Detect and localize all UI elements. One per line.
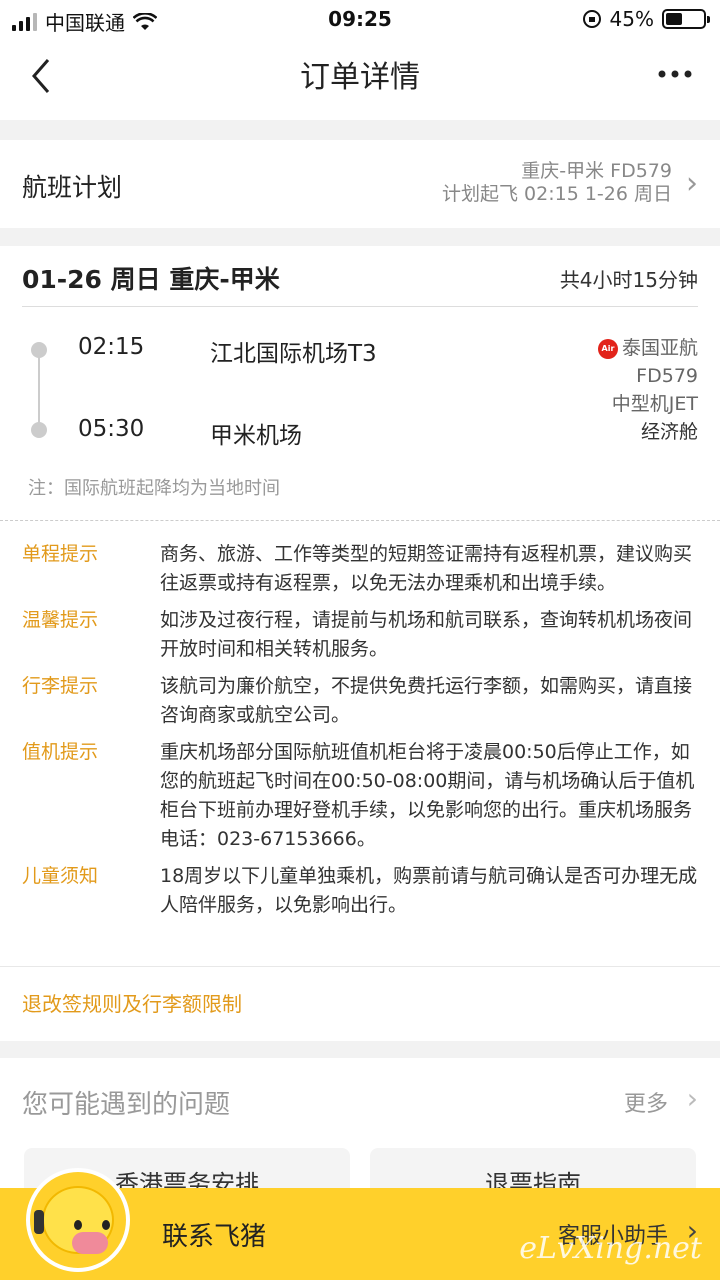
tip-text: 商务、旅游、工作等类型的短期签证需持有返程机票，建议购买往返票或持有返程票，以免…	[160, 543, 693, 594]
faq-more-link[interactable]: 更多	[624, 1086, 668, 1118]
airasia-logo-icon: Air	[597, 338, 618, 359]
tip-text: 如涉及过夜行程，请提前与机场和航司联系，查询转机机场夜间开放时间和相关转机服务。	[160, 609, 693, 660]
tip-key: 单程提示	[22, 543, 99, 565]
dashed-divider	[0, 520, 720, 521]
more-button[interactable]	[658, 56, 692, 100]
depart-dot	[31, 342, 47, 358]
more-icon	[658, 70, 692, 78]
tip-item: 温馨提示 如涉及过夜行程，请提前与机场和航司联系，查询转机机场夜间开放时间和相关转…	[0, 606, 720, 664]
flight-duration: 共4小时15分钟	[559, 268, 698, 292]
flight-plan-row[interactable]: 航班计划 重庆-甲米 FD579 计划起飞 02:15 1-26 周日 ›	[0, 140, 720, 228]
divider	[22, 306, 698, 307]
flight-number: FD579	[636, 365, 698, 387]
tip-key: 行李提示	[22, 675, 99, 697]
mascot-face	[42, 1186, 114, 1254]
mascot-eye	[74, 1220, 82, 1230]
page-title: 订单详情	[300, 60, 420, 95]
flight-plan-label: 航班计划	[22, 173, 123, 202]
fliggy-mascot-icon[interactable]	[26, 1168, 130, 1272]
mascot-eye	[102, 1220, 110, 1230]
flight-plan-schedule: 计划起飞 02:15 1-26 周日	[442, 183, 672, 205]
tip-item: 单程提示 商务、旅游、工作等类型的短期签证需持有返程机票，建议购买往返票或持有返程…	[0, 540, 720, 598]
tip-text: 该航司为廉价航空，不提供免费托运行李额，如需购买，请直接咨询商家或航空公司。	[160, 675, 693, 726]
flight-detail-card: 01-26 周日 重庆-甲米 共4小时15分钟 02:15 江北国际机场T3 0…	[0, 246, 720, 1041]
refund-rules-link[interactable]: 退改签规则及行李额限制	[22, 988, 242, 1017]
bottom-bar: 联系飞猪 客服小助手 › eLvXing.net	[0, 1168, 720, 1280]
headset-icon	[34, 1210, 44, 1234]
status-right: 45%	[582, 7, 710, 31]
battery-fill	[666, 13, 683, 25]
faq-title: 您可能遇到的问题	[22, 1090, 231, 1120]
flight-plan-info: 重庆-甲米 FD579 计划起飞 02:15 1-26 周日	[442, 160, 672, 206]
tip-key: 值机提示	[22, 741, 99, 763]
mascot-nose	[72, 1232, 108, 1254]
chevron-right-icon: ›	[686, 1082, 698, 1115]
tip-item: 值机提示 重庆机场部分国际航班值机柜台将于凌晨00:50后停止工作，如您的航班起飞…	[0, 738, 720, 854]
battery-percent: 45%	[609, 7, 654, 31]
tip-item: 儿童须知 18周岁以下儿童单独乘机，购票前请与航司确认是否可办理无成人陪伴服务，以…	[0, 862, 720, 920]
arrive-dot	[31, 422, 47, 438]
rotation-lock-icon	[582, 10, 601, 28]
cabin-class: 经济舱	[640, 421, 698, 443]
airline-info: Air 泰国亚航 FD579 中型机JET 经济舱	[597, 334, 698, 446]
tips-list: 单程提示 商务、旅游、工作等类型的短期签证需持有返程机票，建议购买往返票或持有返程…	[0, 540, 720, 928]
tip-text: 重庆机场部分国际航班值机柜台将于凌晨00:50后停止工作，如您的航班起飞时间在0…	[160, 741, 695, 850]
flight-header: 01-26 周日 重庆-甲米	[22, 265, 280, 294]
timezone-note: 注：国际航班起降均为当地时间	[28, 478, 280, 499]
chevron-right-icon: ›	[686, 166, 698, 201]
aircraft-type: 中型机JET	[611, 393, 698, 415]
tip-key: 温馨提示	[22, 609, 99, 631]
battery-icon	[662, 9, 710, 29]
nav-bar: 订单详情	[0, 38, 720, 120]
airline-name: 泰国亚航	[621, 337, 698, 359]
status-bar: 中国联通 09:25 45%	[0, 0, 720, 38]
depart-time: 02:15	[78, 334, 145, 360]
tip-key: 儿童须知	[22, 865, 99, 887]
flight-plan-route: 重庆-甲米 FD579	[521, 160, 672, 182]
tip-text: 18周岁以下儿童单独乘机，购票前请与航司确认是否可办理无成人陪伴服务，以免影响出…	[160, 865, 698, 916]
divider	[0, 966, 720, 967]
contact-fliggy-button[interactable]: 联系飞猪	[162, 1216, 266, 1253]
arrive-airport: 甲米机场	[210, 423, 302, 449]
depart-airport: 江北国际机场T3	[210, 341, 377, 367]
watermark: eLvXing.net	[519, 1231, 702, 1266]
tip-item: 行李提示 该航司为廉价航空，不提供免费托运行李额，如需购买，请直接咨询商家或航空公…	[0, 672, 720, 730]
timeline-line	[38, 350, 40, 430]
arrive-time: 05:30	[78, 416, 145, 442]
